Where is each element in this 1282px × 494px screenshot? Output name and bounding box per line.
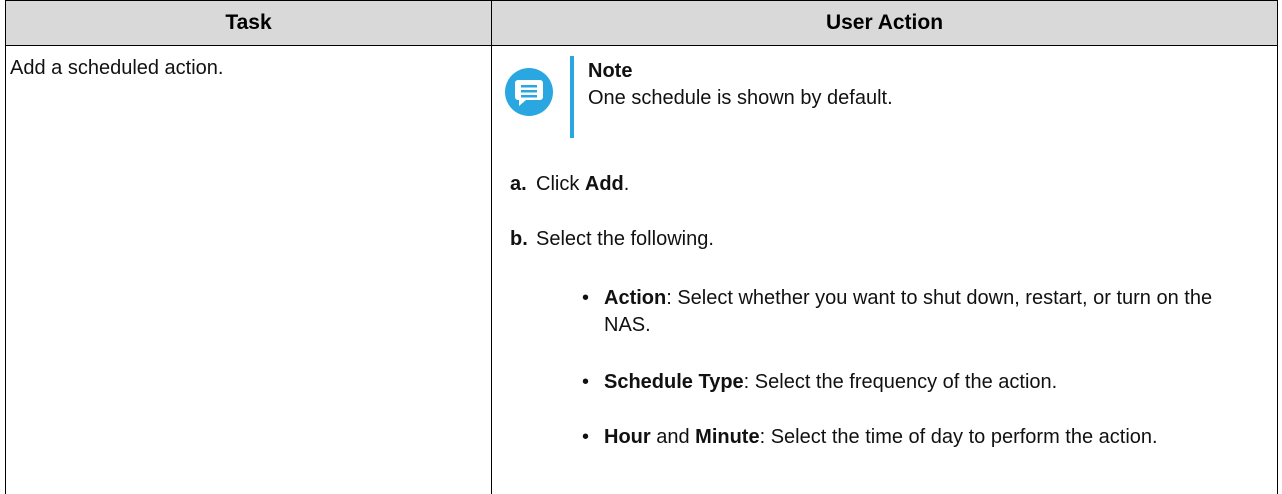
- step-text: Click: [536, 173, 585, 195]
- step-text: Select the following.: [536, 228, 714, 250]
- step-marker: a.: [510, 173, 527, 195]
- bullet-term: Schedule Type: [604, 371, 744, 393]
- bullet-dot: •: [582, 287, 590, 309]
- step-a: a. Click Add.: [510, 173, 629, 196]
- step-marker: b.: [510, 228, 528, 250]
- table-header: Task User Action: [6, 0, 1277, 46]
- bullet-term-2: Minute: [695, 426, 760, 448]
- note-callout: Note One schedule is shown by default.: [504, 56, 1264, 138]
- bullet-term: Action: [604, 287, 667, 309]
- column-divider: [491, 0, 492, 494]
- note-icon: [505, 68, 553, 116]
- bullet-dot: •: [582, 371, 590, 393]
- step-text-end: .: [623, 173, 630, 195]
- note-text: One schedule is shown by default.: [588, 87, 893, 109]
- bullet-joiner: and: [650, 426, 696, 448]
- step-bold: Add: [584, 173, 624, 195]
- bullet-schedule-type: • Schedule Type: Select the frequency of…: [582, 369, 1262, 396]
- bullet-hour-minute: • Hour and Minute: Select the time of da…: [582, 424, 1262, 451]
- bullet-dot: •: [582, 426, 590, 448]
- bullet-desc: : Select the frequency of the action.: [743, 371, 1058, 393]
- bullet-desc: : Select whether you want to shut down, …: [604, 287, 1213, 336]
- header-task: Task: [225, 11, 272, 34]
- step-b: b. Select the following.: [510, 228, 714, 251]
- task-cell: Add a scheduled action.: [10, 57, 224, 79]
- header-user-action: User Action: [825, 11, 944, 34]
- note-accent-bar: [570, 56, 574, 138]
- bullet-desc: : Select the time of day to perform the …: [759, 426, 1158, 448]
- bullet-term: Hour: [604, 426, 651, 448]
- note-title: Note: [588, 60, 633, 82]
- bullet-action: • Action: Select whether you want to shu…: [582, 285, 1262, 339]
